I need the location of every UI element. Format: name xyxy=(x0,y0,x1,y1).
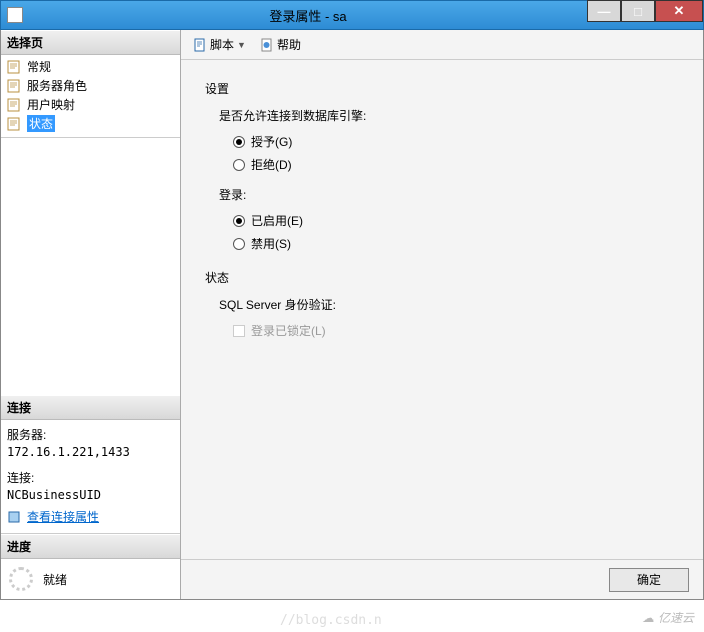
sidebar-item-server-roles[interactable]: 服务器角色 xyxy=(5,76,176,95)
progress-status: 就绪 xyxy=(43,571,67,588)
sidebar-item-status[interactable]: 状态 xyxy=(5,114,176,133)
allow-connect-label: 是否允许连接到数据库引擎: xyxy=(219,107,679,124)
connection-label: 连接: xyxy=(7,469,174,486)
sidebar-item-label: 用户映射 xyxy=(27,96,75,113)
script-button[interactable]: 脚本 ▼ xyxy=(189,34,250,55)
radio-icon xyxy=(233,215,245,227)
login-label: 登录: xyxy=(219,186,679,203)
page-icon xyxy=(7,79,23,93)
window-controls: — □ ✕ xyxy=(587,1,703,29)
enabled-label: 已启用(E) xyxy=(251,212,303,229)
watermark-blog: //blog.csdn.n xyxy=(280,613,382,628)
settings-heading: 设置 xyxy=(205,80,679,97)
deny-label: 拒绝(D) xyxy=(251,156,292,173)
sidebar: 选择页 常规 服务器角色 用户映射 状态 xyxy=(1,30,181,599)
spinner-icon xyxy=(9,567,33,591)
progress-header: 进度 xyxy=(1,534,180,559)
cloud-icon: ☁ xyxy=(642,611,654,625)
properties-icon xyxy=(7,510,23,524)
status-heading: 状态 xyxy=(205,269,679,286)
locked-checkbox-row: 登录已锁定(L) xyxy=(233,319,679,342)
watermark-brand: ☁ 亿速云 xyxy=(642,609,694,626)
deny-radio-row[interactable]: 拒绝(D) xyxy=(233,153,679,176)
maximize-button[interactable]: □ xyxy=(621,0,655,22)
sql-auth-label: SQL Server 身份验证: xyxy=(219,296,679,313)
sidebar-item-general[interactable]: 常规 xyxy=(5,57,176,76)
enabled-radio-row[interactable]: 已启用(E) xyxy=(233,209,679,232)
server-label: 服务器: xyxy=(7,426,174,443)
disabled-radio-row[interactable]: 禁用(S) xyxy=(233,232,679,255)
sidebar-item-label: 状态 xyxy=(27,115,55,132)
minimize-button[interactable]: — xyxy=(587,0,621,22)
close-button[interactable]: ✕ xyxy=(655,0,703,22)
help-icon xyxy=(260,38,274,52)
radio-icon xyxy=(233,238,245,250)
radio-icon xyxy=(233,159,245,171)
page-icon xyxy=(7,60,23,74)
app-icon xyxy=(7,7,23,23)
view-connection-properties-link[interactable]: 查看连接属性 xyxy=(7,508,99,525)
main-panel: 脚本 ▼ 帮助 设置 是否允许连接到数据库引擎: 授予(G) 拒绝(D) 登录: xyxy=(181,30,703,599)
window-title: 登录属性 - sa xyxy=(29,6,587,25)
sidebar-item-label: 服务器角色 xyxy=(27,77,87,94)
sidebar-item-user-mapping[interactable]: 用户映射 xyxy=(5,95,176,114)
sidebar-item-label: 常规 xyxy=(27,58,51,75)
connection-value: NCBusinessUID xyxy=(7,488,174,502)
ok-button[interactable]: 确定 xyxy=(609,568,689,592)
dialog-footer: 确定 xyxy=(181,559,703,599)
page-icon xyxy=(7,98,23,112)
server-value: 172.16.1.221,1433 xyxy=(7,445,174,459)
grant-label: 授予(G) xyxy=(251,133,292,150)
dropdown-arrow-icon: ▼ xyxy=(237,40,246,50)
select-page-header: 选择页 xyxy=(1,30,180,55)
title-bar: 登录属性 - sa — □ ✕ xyxy=(0,0,704,30)
locked-label: 登录已锁定(L) xyxy=(251,322,326,339)
content-area: 设置 是否允许连接到数据库引擎: 授予(G) 拒绝(D) 登录: 已启用(E) … xyxy=(181,60,703,559)
disabled-label: 禁用(S) xyxy=(251,235,291,252)
connection-header: 连接 xyxy=(1,395,180,420)
page-icon xyxy=(7,117,23,131)
radio-icon xyxy=(233,136,245,148)
help-button[interactable]: 帮助 xyxy=(256,34,305,55)
grant-radio-row[interactable]: 授予(G) xyxy=(233,130,679,153)
toolbar: 脚本 ▼ 帮助 xyxy=(181,30,703,60)
checkbox-icon xyxy=(233,325,245,337)
script-icon xyxy=(193,38,207,52)
